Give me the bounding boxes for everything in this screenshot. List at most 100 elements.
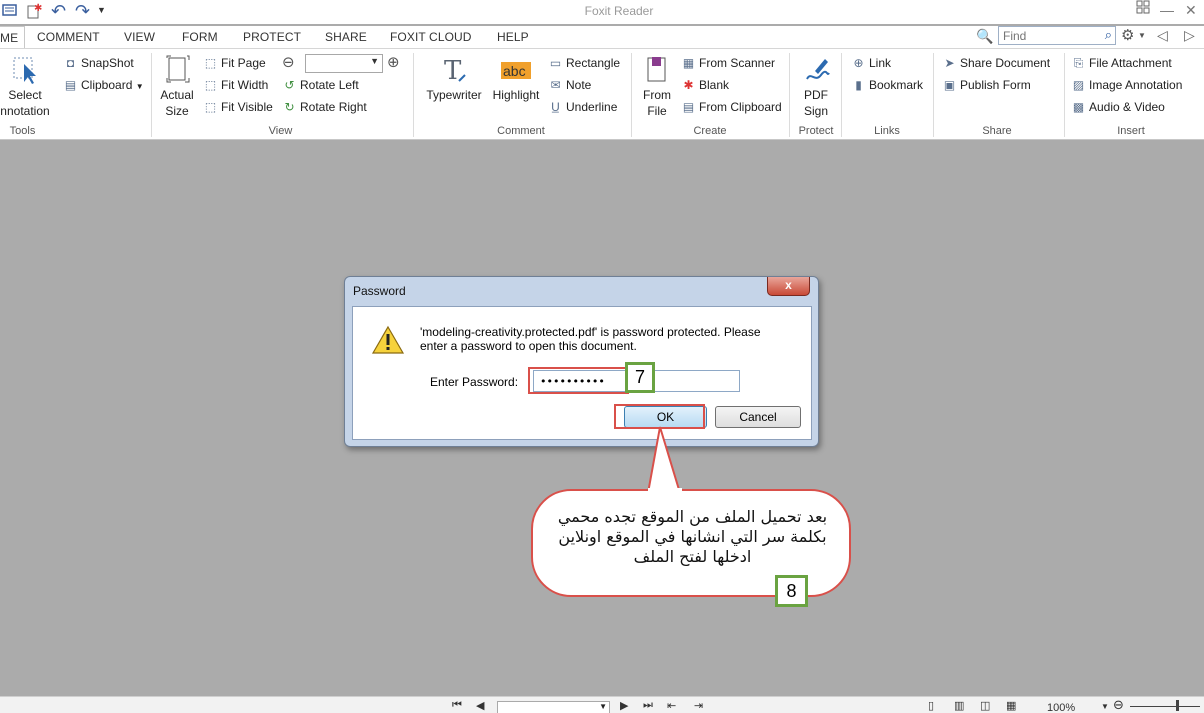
tab-view[interactable]: VIEW — [124, 30, 155, 44]
ribbon: Select nnotation ◘ SnapShot ▤ Clipboard ▼ … — [0, 48, 1204, 140]
divider — [631, 53, 632, 137]
from-file-button[interactable]: From File — [639, 55, 675, 119]
facing-icon[interactable]: ◫ — [980, 699, 990, 712]
next-page-icon[interactable]: ▶ — [620, 699, 628, 712]
publish-form-label: Publish Form — [960, 78, 1031, 92]
pdf-sign-icon — [806, 59, 830, 80]
callout-pointer-join — [648, 488, 682, 494]
rotate-left-button[interactable]: ↺ Rotate Left — [282, 78, 358, 92]
search-icon[interactable]: ⌕ — [1105, 27, 1112, 43]
actual-size-button[interactable]: Actual Size — [157, 55, 197, 119]
zoom-combobox[interactable]: ▼ — [305, 54, 383, 73]
snapshot-button[interactable]: ◘ SnapShot — [63, 56, 134, 70]
highlight-button[interactable]: abc Highlight — [489, 55, 543, 103]
divider — [933, 53, 934, 137]
group-label-links: Links — [874, 125, 900, 137]
previous-page-icon[interactable]: ◀ — [476, 699, 484, 712]
password-highlight-box — [528, 367, 629, 394]
zoom-slider-handle[interactable] — [1176, 700, 1179, 711]
group-label-comment: Comment — [497, 125, 545, 137]
image-annotation-button[interactable]: ▨ Image Annotation — [1071, 78, 1183, 92]
file-attachment-button[interactable]: ⎘ File Attachment — [1071, 56, 1172, 71]
from-scanner-button[interactable]: ▦ From Scanner — [681, 56, 775, 70]
cancel-button[interactable]: Cancel — [715, 406, 801, 428]
window-title: Foxit Reader — [584, 4, 654, 18]
typewriter-button[interactable]: T Typewriter — [421, 55, 487, 103]
fit-width-button[interactable]: ⬚ Fit Width — [203, 78, 269, 92]
note-button[interactable]: ✉ Note — [548, 78, 591, 92]
callout-text: بعد تحميل الملف من الموقع تجده محمي بكلم… — [557, 507, 828, 566]
actual-size-icon — [166, 55, 190, 83]
tab-foxit-cloud[interactable]: FOXIT CLOUD — [390, 30, 472, 44]
close-window-icon[interactable]: ✕ — [1185, 2, 1197, 19]
group-label-view: View — [268, 125, 293, 137]
first-page-icon[interactable]: ⏮ — [452, 699, 462, 712]
settings-gear-icon[interactable]: ⚙ — [1121, 26, 1134, 44]
clipboard-icon: ▤ — [64, 78, 77, 92]
divider — [1064, 53, 1065, 137]
minimize-icon[interactable]: — — [1160, 2, 1174, 18]
group-label-create: Create — [693, 125, 727, 137]
restore-ribbon-icon[interactable] — [1136, 0, 1150, 17]
zoom-dropdown-icon[interactable]: ▼ — [1101, 702, 1109, 711]
snapshot-label: SnapShot — [81, 56, 134, 70]
chevron-down-icon: ▼ — [599, 702, 607, 711]
audio-video-button[interactable]: ▩ Audio & Video — [1071, 100, 1165, 114]
fit-visible-button[interactable]: ⬚ Fit Visible — [203, 100, 273, 114]
select-annotation-icon — [13, 57, 36, 84]
zoom-in-icon[interactable]: ⊕ — [387, 53, 400, 71]
tab-share[interactable]: SHARE — [325, 30, 367, 44]
chevron-down-icon: ▼ — [135, 82, 144, 91]
tab-help[interactable]: HELP — [497, 30, 529, 44]
fit-page-button[interactable]: ⬚ Fit Page — [203, 56, 266, 70]
blank-button[interactable]: ✱ Blank — [681, 78, 729, 92]
zoom-slider-track[interactable] — [1130, 706, 1200, 707]
dialog-close-button[interactable]: x — [767, 277, 810, 296]
zoom-out-icon[interactable]: ⊖ — [1113, 697, 1124, 713]
link-button[interactable]: ⊕ Link — [851, 56, 891, 70]
clipboard-button[interactable]: ▤ Clipboard ▼ — [63, 78, 144, 92]
previous-view-icon[interactable]: ⇤ — [667, 699, 676, 712]
bookmark-button[interactable]: ▮ Bookmark — [851, 78, 923, 92]
previous-result-icon[interactable]: ◁ — [1157, 27, 1168, 44]
continuous-facing-icon[interactable]: ▦ — [1006, 699, 1016, 712]
divider — [413, 53, 414, 137]
tab-form[interactable]: FORM — [182, 30, 218, 44]
status-bar: ⏮ ◀ ▼ ▶ ⏭ ⇤ ⇥ ▯ ▥ ◫ ▦ 100% ▼ ⊖ — [0, 696, 1204, 713]
tab-comment[interactable]: COMMENT — [37, 30, 100, 44]
pdf-sign-label-2: Sign — [803, 104, 829, 118]
step-7-badge: 7 — [625, 362, 655, 393]
continuous-icon[interactable]: ▥ — [954, 699, 964, 712]
publish-form-button[interactable]: ▣ Publish Form — [942, 78, 1031, 92]
rotate-right-button[interactable]: ↻ Rotate Right — [282, 100, 366, 114]
tab-home[interactable]: ME — [0, 26, 26, 48]
next-view-icon[interactable]: ⇥ — [694, 699, 703, 712]
from-clipboard-button[interactable]: ▤ From Clipboard — [681, 100, 782, 114]
note-icon: ✉ — [550, 78, 561, 92]
from-file-icon — [647, 57, 666, 82]
actual-size-label-2: Size — [165, 104, 189, 118]
pdf-sign-button[interactable]: PDF Sign — [797, 55, 835, 119]
last-page-icon[interactable]: ⏭ — [643, 699, 653, 712]
page-number-field[interactable]: ▼ — [497, 701, 610, 713]
share-document-button[interactable]: ➤ Share Document — [942, 56, 1050, 70]
bookmark-icon: ▮ — [855, 78, 862, 92]
tab-protect[interactable]: PROTECT — [243, 30, 301, 44]
blank-page-icon: ✱ — [683, 78, 694, 92]
find-input[interactable] — [999, 27, 1095, 44]
select-annotation-button[interactable]: Select nnotation — [0, 55, 56, 119]
rotate-right-icon: ↻ — [284, 100, 295, 114]
zoom-level[interactable]: 100% — [1047, 702, 1075, 713]
settings-dropdown-icon[interactable]: ▼ — [1138, 31, 1146, 40]
next-result-icon[interactable]: ▷ — [1184, 27, 1195, 44]
select-annotation-label-1: Select — [8, 88, 42, 102]
fit-page-icon: ⬚ — [204, 56, 217, 70]
single-page-icon[interactable]: ▯ — [928, 699, 934, 712]
rectangle-button[interactable]: ▭ Rectangle — [548, 56, 620, 70]
find-box[interactable]: ⌕ — [998, 26, 1116, 45]
divider — [151, 53, 152, 137]
search-history-icon[interactable]: 🔍 — [976, 28, 993, 45]
svg-text:abc: abc — [503, 63, 526, 79]
underline-button[interactable]: U̲ Underline — [548, 100, 617, 114]
zoom-out-icon[interactable]: ⊖ — [282, 53, 295, 71]
